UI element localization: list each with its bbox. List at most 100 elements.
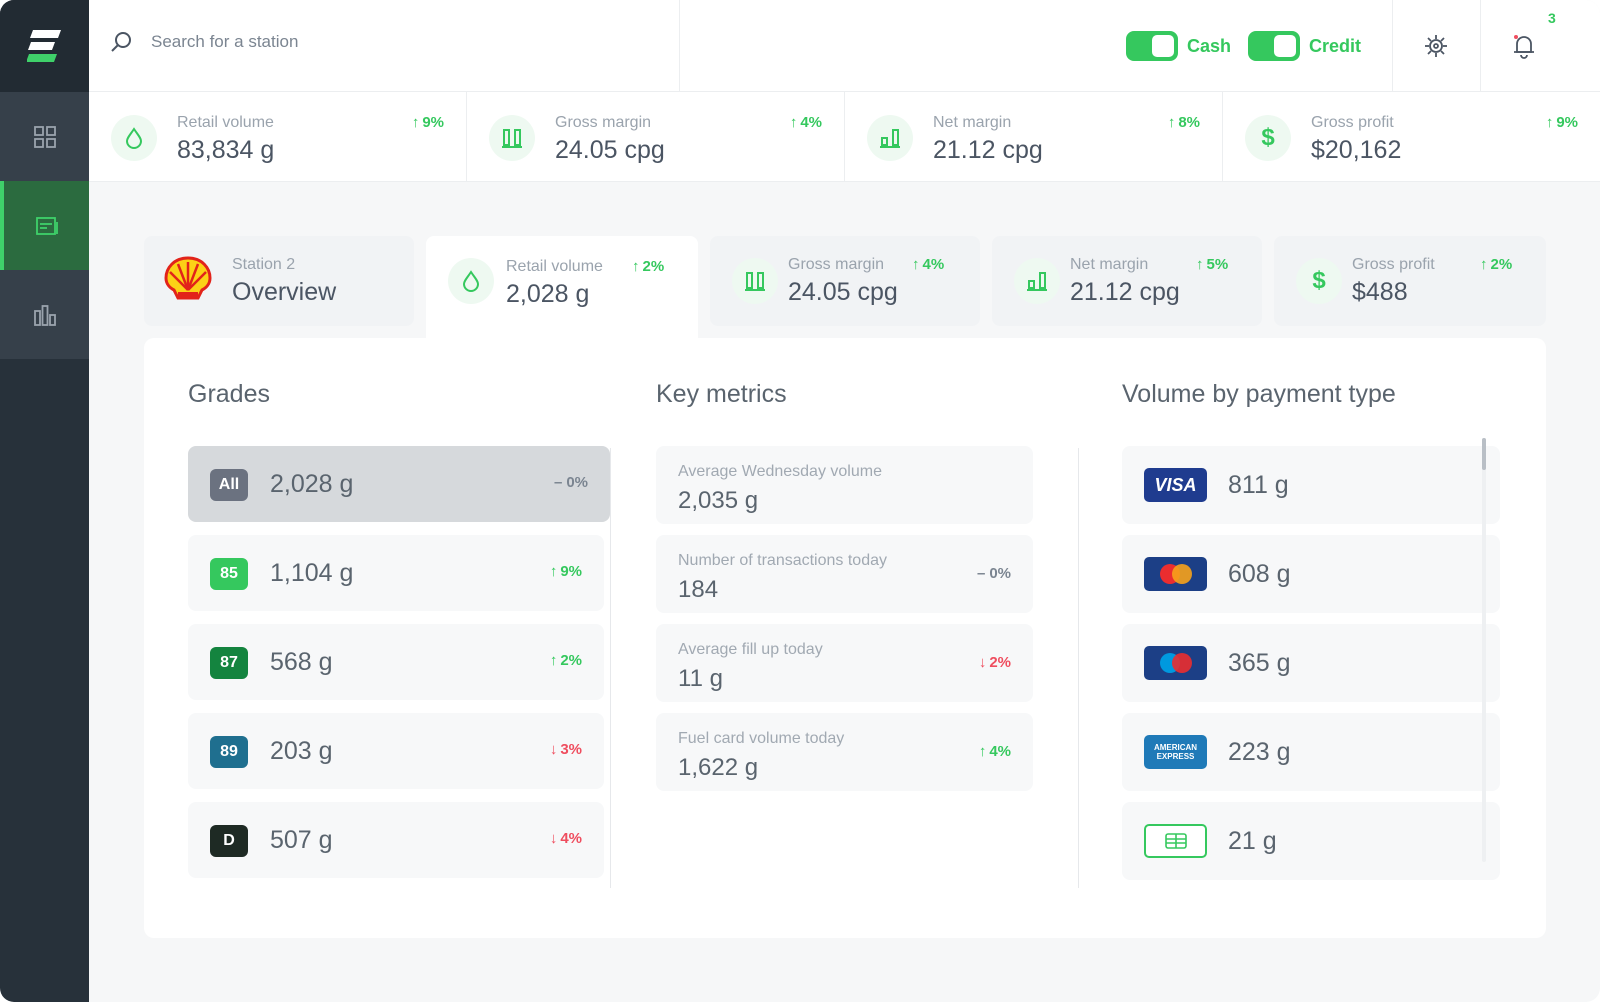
payment-title: Volume by payment type <box>1122 380 1396 408</box>
payment-row-amex[interactable]: AMERICAN EXPRESS 223 g <box>1122 713 1500 791</box>
kpi-change: 5% <box>1196 256 1229 273</box>
settings-button[interactable] <box>1392 0 1480 92</box>
metric-fuel-card-volume[interactable]: Fuel card volume today 1,622 g 4% <box>656 713 1033 791</box>
station-name: Station 2 <box>232 256 296 273</box>
payment-scrollbar[interactable] <box>1482 438 1486 862</box>
kpi-retail-volume[interactable]: Retail volume 83,834 g 9% <box>89 92 467 182</box>
payment-row-visa[interactable]: VISA 811 g <box>1122 446 1500 524</box>
metric-value: 1,622 g <box>678 754 759 781</box>
sidebar-item-dashboard[interactable] <box>0 92 89 181</box>
bars-icon <box>732 258 778 304</box>
gear-icon <box>1425 35 1447 57</box>
kpi-label: Gross profit <box>1352 256 1435 273</box>
station-kpi-gross-margin[interactable]: Gross margin 24.05 cpg 4% <box>710 236 980 326</box>
grid-icon <box>33 125 56 148</box>
metric-change: 4% <box>979 743 1011 760</box>
kpi-value: 21.12 cpg <box>1070 278 1180 306</box>
key-metrics-title: Key metrics <box>656 380 787 408</box>
scrollbar-thumb[interactable] <box>1482 438 1486 470</box>
kpi-change: 4% <box>912 256 945 273</box>
grade-change: 0% <box>554 474 588 491</box>
logo-icon <box>26 30 61 62</box>
kpi-gross-margin[interactable]: Gross margin 24.05 cpg 4% <box>467 92 845 182</box>
kpi-value: 24.05 cpg <box>555 136 665 164</box>
kpi-value: $488 <box>1352 278 1408 306</box>
grade-change: 2% <box>550 652 582 669</box>
grades-divider <box>610 448 611 888</box>
metric-average-wednesday-volume[interactable]: Average Wednesday volume 2,035 g <box>656 446 1033 524</box>
top-header: Search for a station Cash Credit 3 <box>89 0 1600 92</box>
metric-value: 2,035 g <box>678 487 759 514</box>
dollar-icon: $ <box>1245 115 1291 161</box>
kpi-change: 9% <box>412 114 444 131</box>
grade-value: 203 g <box>270 737 333 765</box>
grade-row-85[interactable]: 85 1,104 g 9% <box>188 535 604 611</box>
kpi-gross-profit[interactable]: $ Gross profit $20,162 9% <box>1223 92 1600 182</box>
grade-badge: D <box>210 825 248 857</box>
metric-label: Average Wednesday volume <box>678 463 882 480</box>
drop-icon <box>448 258 494 304</box>
kpi-change: 9% <box>1546 114 1578 131</box>
notification-count: 3 <box>1548 10 1556 26</box>
kpi-net-margin[interactable]: Net margin 21.12 cpg 8% <box>845 92 1223 182</box>
app-logo[interactable] <box>0 0 89 92</box>
sidebar <box>0 0 89 1002</box>
summary-kpis: Retail volume 83,834 g 9% Gross margin 2… <box>89 92 1600 182</box>
sidebar-item-stations[interactable] <box>0 181 89 270</box>
header-divider <box>679 0 680 92</box>
credit-toggle-label: Credit <box>1309 36 1362 56</box>
sidebar-item-reports[interactable] <box>0 270 89 359</box>
grade-change: 4% <box>550 830 582 847</box>
grade-row-87[interactable]: 87 568 g 2% <box>188 624 604 700</box>
station-kpi-net-margin[interactable]: Net margin 21.12 cpg 5% <box>992 236 1262 326</box>
grade-value: 507 g <box>270 826 333 854</box>
kpi-value: 24.05 cpg <box>788 278 898 306</box>
kpi-change: 8% <box>1168 114 1200 131</box>
metric-value: 11 g <box>678 665 723 692</box>
chart-icon <box>867 115 913 161</box>
maestro-card-icon <box>1144 646 1207 680</box>
payment-value: 608 g <box>1228 560 1291 588</box>
grade-badge: 87 <box>210 647 248 679</box>
kpi-label: Retail volume <box>177 114 274 131</box>
kpi-label: Gross margin <box>788 256 885 273</box>
app-frame: Search for a station Cash Credit 3 Retai… <box>0 0 1600 1002</box>
payment-row-maestro[interactable]: 365 g <box>1122 624 1500 702</box>
payment-value: 811 g <box>1228 471 1289 499</box>
metric-average-fill-up[interactable]: Average fill up today 11 g 2% <box>656 624 1033 702</box>
metric-change: 2% <box>979 654 1011 671</box>
metrics-divider <box>1078 448 1079 888</box>
grade-row-d[interactable]: D 507 g 4% <box>188 802 604 878</box>
cash-toggle[interactable] <box>1126 31 1178 61</box>
grade-change: 3% <box>550 741 582 758</box>
grade-value: 568 g <box>270 648 333 676</box>
kpi-value: $20,162 <box>1311 136 1402 164</box>
drop-icon <box>111 115 157 161</box>
payment-value: 21 g <box>1228 827 1277 855</box>
grade-badge: All <box>210 469 248 501</box>
metric-transactions-today[interactable]: Number of transactions today 184 0% <box>656 535 1033 613</box>
station-kpi-retail-volume[interactable]: Retail volume 2,028 g 2% <box>426 236 698 340</box>
kpi-value: 83,834 g <box>177 136 275 164</box>
chart-icon <box>1014 258 1060 304</box>
kpi-label: Gross margin <box>555 114 652 131</box>
station-view-title: Overview <box>232 278 337 306</box>
station-header: Station 2 Overview <box>144 236 414 326</box>
bar-chart-icon <box>33 304 56 326</box>
kpi-label: Net margin <box>933 114 1012 131</box>
credit-toggle[interactable] <box>1248 31 1300 61</box>
metric-label: Fuel card volume today <box>678 730 845 747</box>
payment-value: 365 g <box>1228 649 1291 677</box>
visa-card-icon: VISA <box>1144 468 1207 502</box>
search-input[interactable]: Search for a station <box>151 32 298 52</box>
grade-row-all[interactable]: All 2,028 g 0% <box>188 446 610 522</box>
station-icon <box>35 216 58 235</box>
kpi-label: Retail volume <box>506 258 603 275</box>
grade-row-89[interactable]: 89 203 g 3% <box>188 713 604 789</box>
station-search[interactable]: Search for a station <box>109 30 298 54</box>
grade-value: 2,028 g <box>270 470 354 498</box>
shell-logo-icon <box>164 256 212 300</box>
payment-row-mastercard[interactable]: 608 g <box>1122 535 1500 613</box>
station-kpi-gross-profit[interactable]: $ Gross profit $488 2% <box>1274 236 1546 326</box>
payment-row-cash[interactable]: 21 g <box>1122 802 1500 880</box>
